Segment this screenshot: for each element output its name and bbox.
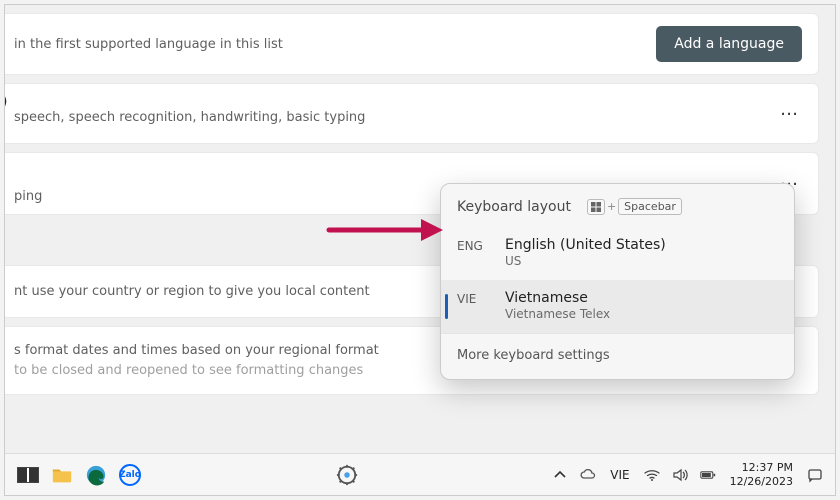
layout-option-vietnamese[interactable]: VIE Vietnamese Vietnamese Telex [441,280,794,333]
volume-icon[interactable] [668,463,692,487]
layout-subname: US [505,254,666,268]
layout-subname: Vietnamese Telex [505,307,610,321]
language-capabilities-vietnamese: ping [14,189,42,204]
language-row-english[interactable]: ) speech, speech recognition, handwritin… [4,83,819,144]
settings-app-icon[interactable] [332,460,362,490]
wifi-icon[interactable] [640,463,664,487]
zalo-app-icon[interactable]: Zalo [115,460,145,490]
clock-date: 12/26/2023 [730,475,793,488]
onedrive-icon[interactable] [576,463,600,487]
chevron-up-icon[interactable] [548,463,572,487]
region-content-note: nt use your country or region to give yo… [14,284,370,299]
notifications-icon[interactable] [803,463,827,487]
task-view-icon[interactable] [13,460,43,490]
layout-name: English (United States) [505,237,666,253]
spacebar-key: Spacebar [618,198,682,215]
battery-icon[interactable] [696,463,720,487]
taskbar: Zalo VIE 12:37 PM 12/26/2023 [5,453,835,495]
settings-window: in the first supported language in this … [4,4,836,496]
file-explorer-icon[interactable] [47,460,77,490]
layout-code: ENG [457,237,491,253]
preferred-languages-subtext: in the first supported language in this … [14,37,283,52]
layout-code: VIE [457,290,491,306]
keyboard-layout-flyout: Keyboard layout + Spacebar ENG English (… [440,183,795,380]
layout-option-english[interactable]: ENG English (United States) US [441,227,794,280]
clock[interactable]: 12:37 PM 12/26/2023 [724,461,799,487]
flyout-title: Keyboard layout [457,199,571,215]
ime-indicator[interactable]: VIE [604,464,635,486]
preferred-languages-card: in the first supported language in this … [4,13,819,75]
windows-key-icon [587,199,605,215]
more-icon[interactable]: ⋯ [780,103,800,124]
keyboard-shortcut-hint: + Spacebar [587,198,682,215]
layout-name: Vietnamese [505,290,610,306]
language-capabilities-english: speech, speech recognition, handwriting,… [14,110,365,125]
clock-time: 12:37 PM [730,461,793,474]
annotation-arrow [325,215,445,249]
flyout-header: Keyboard layout + Spacebar [441,184,794,227]
more-keyboard-settings-link[interactable]: More keyboard settings [441,333,794,379]
edge-browser-icon[interactable] [81,460,111,490]
add-language-button[interactable]: Add a language [656,26,802,62]
